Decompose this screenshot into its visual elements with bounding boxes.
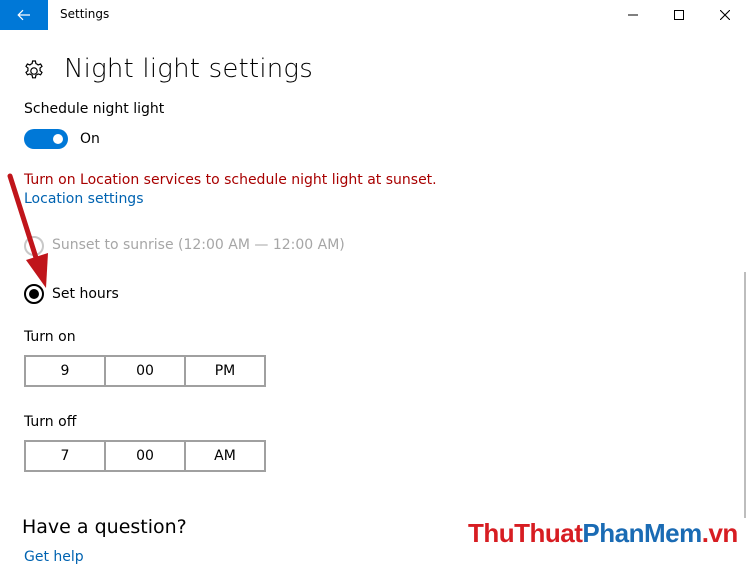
- back-arrow-icon: [17, 9, 30, 21]
- location-warning: Turn on Location services to schedule ni…: [24, 172, 437, 188]
- annotation-arrow-icon: [7, 173, 48, 288]
- watermark-logo: ThuThuatPhanMem.vn: [468, 518, 738, 548]
- turn-on-hour[interactable]: 9: [26, 357, 106, 385]
- turn-on-label: Turn on: [24, 329, 76, 345]
- app-title: Settings: [60, 7, 110, 21]
- turn-off-hour[interactable]: 7: [26, 442, 106, 470]
- turn-off-time-picker[interactable]: 7 00 AM: [24, 440, 266, 472]
- turn-on-minute[interactable]: 00: [106, 357, 186, 385]
- turn-off-period[interactable]: AM: [186, 442, 264, 470]
- page-title: Night light settings: [64, 54, 313, 84]
- gear-icon: [25, 60, 43, 79]
- turn-on-time-picker[interactable]: 9 00 PM: [24, 355, 266, 387]
- get-help-link[interactable]: Get help: [24, 549, 84, 565]
- scrollbar[interactable]: [744, 272, 746, 518]
- close-button[interactable]: [702, 0, 748, 30]
- turn-on-period[interactable]: PM: [186, 357, 264, 385]
- turn-off-label: Turn off: [24, 414, 77, 430]
- toggle-knob: [53, 134, 63, 144]
- minimize-icon: [628, 14, 638, 16]
- maximize-button[interactable]: [656, 0, 702, 30]
- schedule-toggle[interactable]: [24, 129, 68, 149]
- help-heading: Have a question?: [22, 516, 187, 538]
- close-icon: [720, 10, 730, 20]
- back-button[interactable]: [0, 0, 48, 30]
- minimize-button[interactable]: [610, 0, 656, 30]
- schedule-label: Schedule night light: [24, 101, 165, 117]
- toggle-state-label: On: [80, 131, 100, 147]
- title-bar: Settings: [0, 0, 749, 30]
- maximize-icon: [674, 10, 684, 20]
- sunset-radio-label: Sunset to sunrise (12:00 AM — 12:00 AM): [52, 237, 345, 253]
- turn-off-minute[interactable]: 00: [106, 442, 186, 470]
